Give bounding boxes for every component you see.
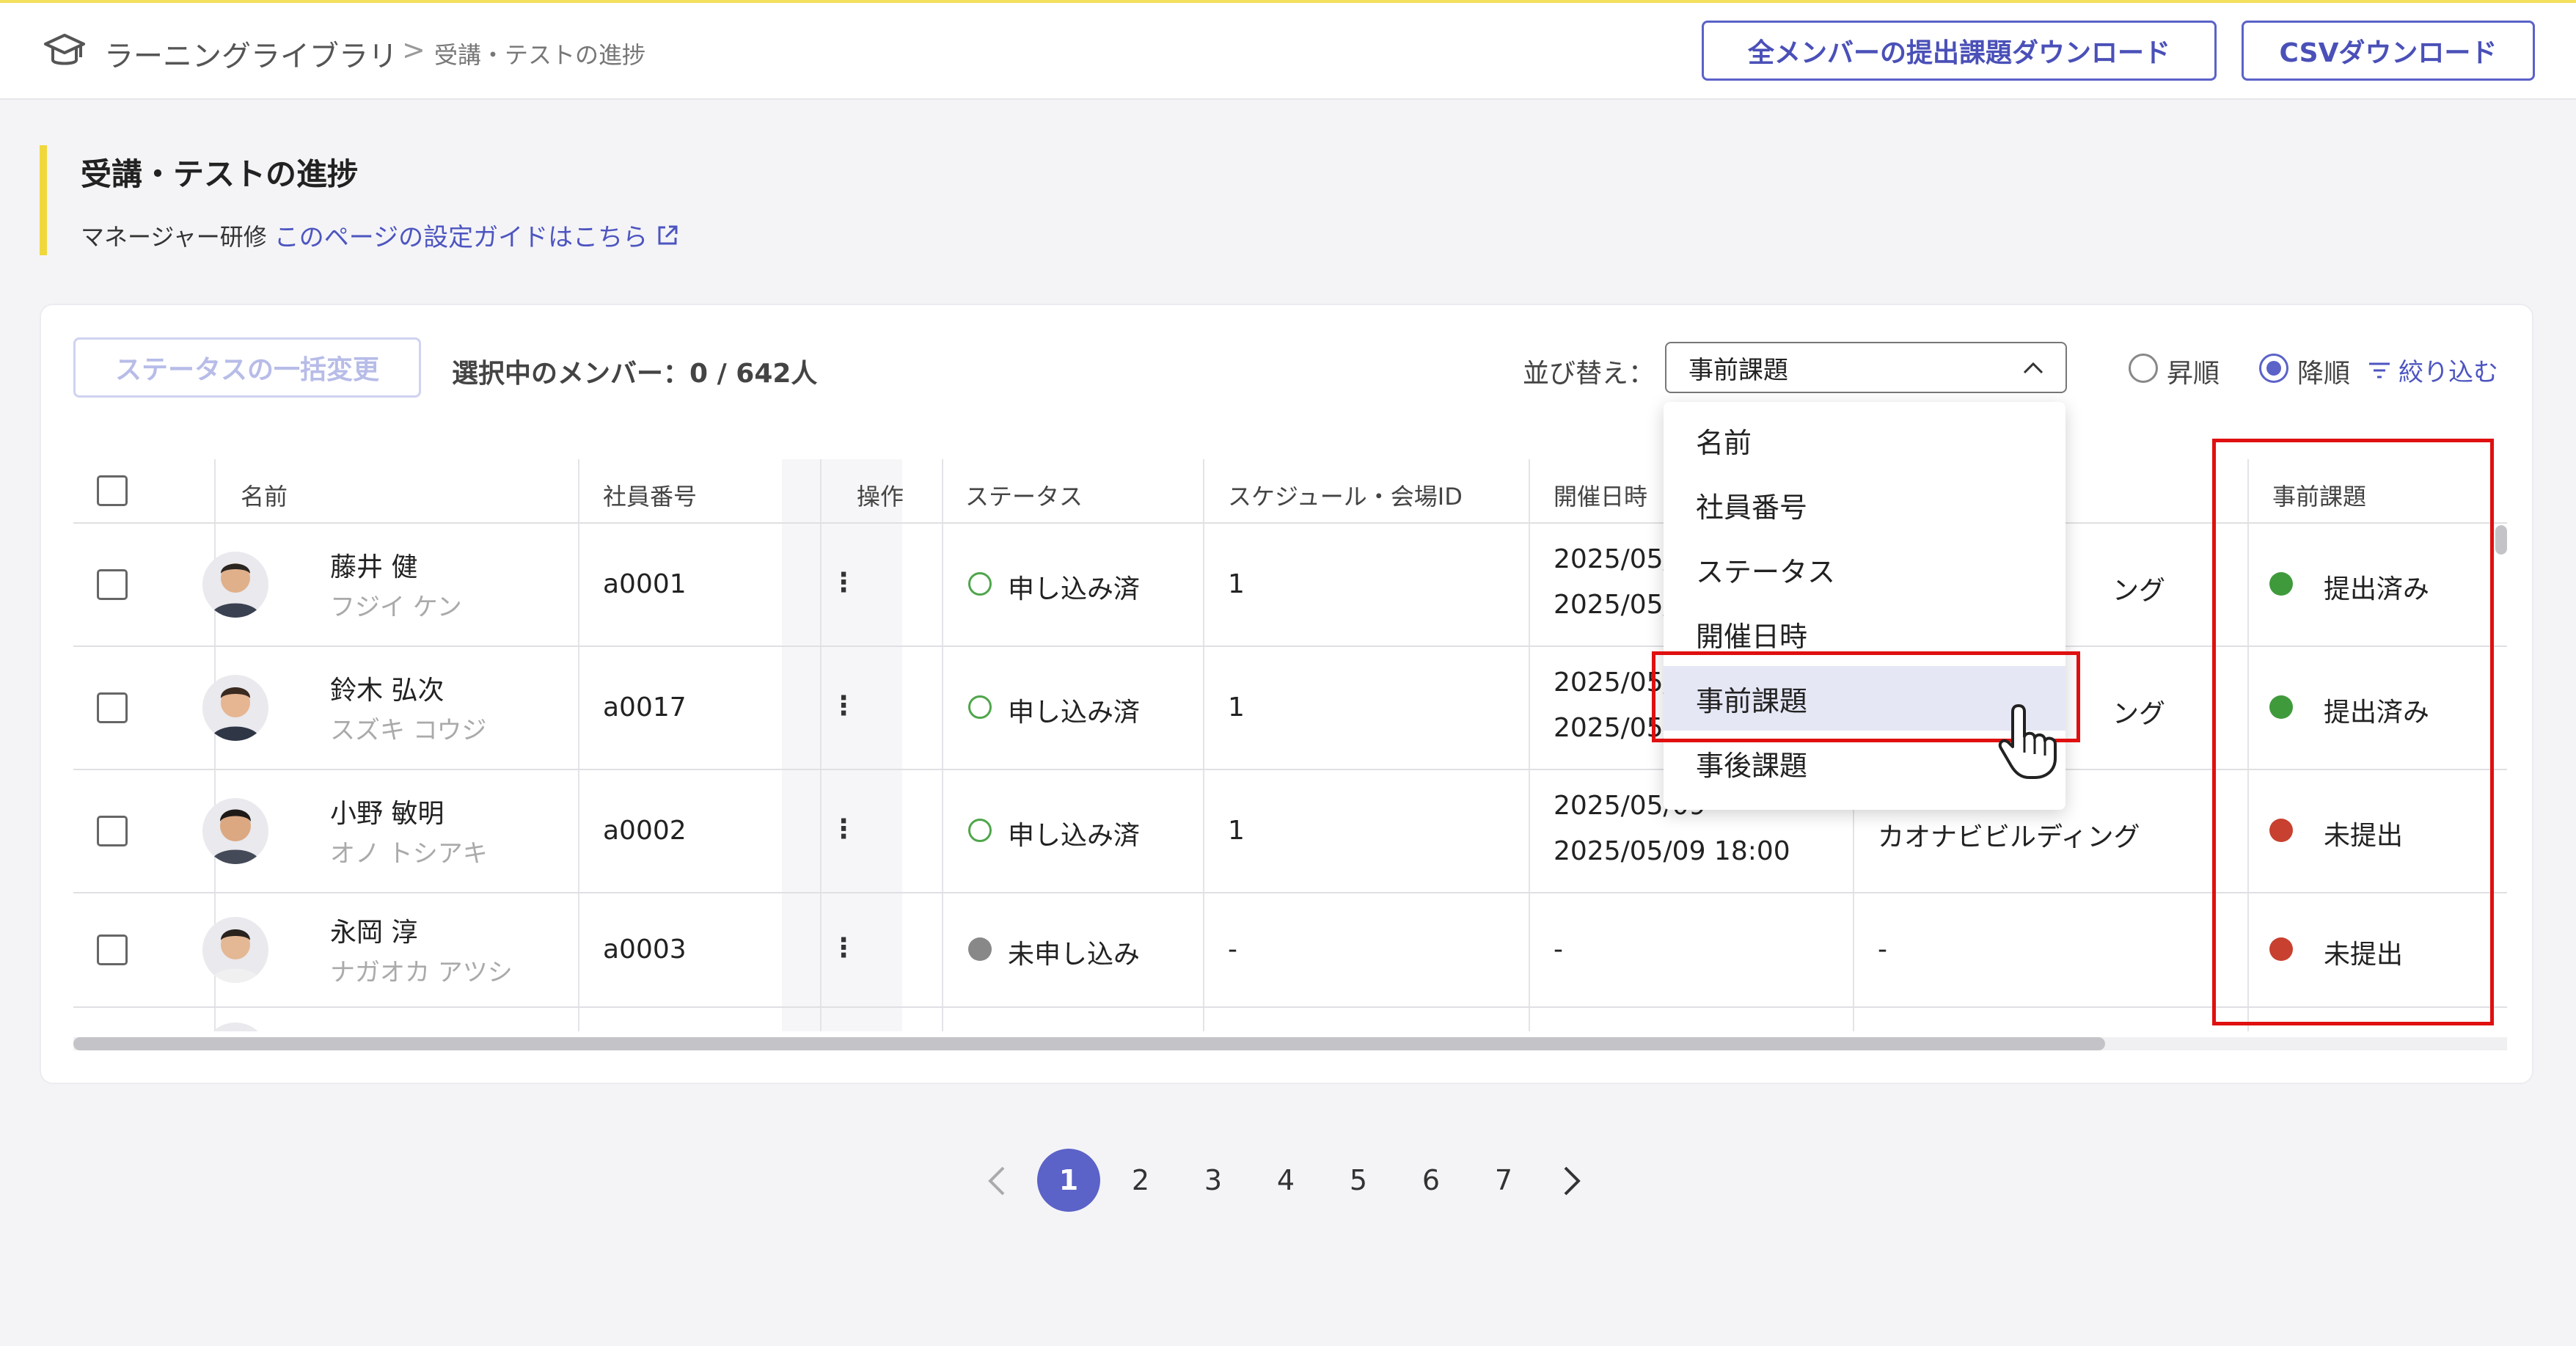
hand-cursor-icon (1998, 704, 2057, 779)
row-menu-button[interactable]: ⋮ (830, 933, 857, 963)
schedule-id: 1 (1228, 816, 1245, 846)
page-subtitle-row: マネージャー研修 このページの設定ガイドはこちら (81, 217, 680, 253)
table-row[interactable]: 小野 敏明 オノ トシアキ a0002 ⋮ 申し込み済 1 2025/05/09… (73, 770, 2507, 893)
page-6[interactable]: 6 (1399, 1149, 1463, 1212)
page-1[interactable]: 1 (1037, 1149, 1100, 1212)
sort-label: 並び替え： (1523, 359, 1655, 389)
chevron-right-icon[interactable] (1556, 1165, 1586, 1197)
horizontal-scrollbar-thumb[interactable] (73, 1037, 2105, 1050)
breadcrumb-root[interactable]: ラーニングライブラリ (104, 32, 398, 75)
column-header-schedule-venue-id[interactable]: スケジュール・会場ID (1228, 478, 1463, 512)
schedule-id: 1 (1228, 569, 1245, 599)
status-applied-icon (968, 695, 992, 719)
vertical-scrollbar-thumb[interactable] (2495, 525, 2507, 555)
sort-ascending-label[interactable]: 昇順 (2167, 352, 2220, 390)
table-header: 名前 社員番号 操作 ステータス スケジュール・会場ID 開催日時 事前課題 (73, 459, 2507, 524)
highlight-box-column (2212, 439, 2494, 1025)
row-checkbox[interactable] (97, 816, 128, 846)
member-avatar (202, 675, 268, 741)
member-kana: オノ トシアキ (330, 839, 488, 868)
status-not-applied-icon (968, 937, 992, 961)
table-row[interactable]: 永岡 淳 ナガオカ アツシ a0003 ⋮ 未申し込み - - - 未提出 (73, 893, 2507, 1008)
row-menu-button[interactable]: ⋮ (830, 568, 857, 598)
member-name: 小野 敏明 (330, 799, 444, 829)
sort-select-value: 事前課題 (1688, 355, 1788, 385)
select-all-checkbox[interactable] (97, 475, 128, 506)
sort-descending-label[interactable]: 降順 (2297, 352, 2350, 390)
venue: カオナビビルディング (1878, 822, 2140, 852)
status-text: 申し込み済 (1008, 821, 1141, 851)
sort-option-name[interactable]: 名前 (1664, 408, 2065, 472)
employee-id: a0002 (603, 816, 687, 846)
sort-ascending-radio[interactable] (2129, 354, 2158, 383)
member-kana: フジイ ケン (330, 593, 462, 622)
member-kana: ナガオカ アツシ (330, 958, 513, 987)
member-name: 鈴木 弘次 (330, 676, 444, 706)
venue: ング (2112, 699, 2166, 729)
schedule-id: 1 (1228, 692, 1245, 723)
sort-descending-radio[interactable] (2259, 354, 2288, 383)
filter-button[interactable]: 絞り込む (2366, 352, 2498, 388)
status-applied-icon (968, 819, 992, 842)
column-header-operations: 操作 (857, 483, 904, 511)
breadcrumb-separator: > (402, 34, 425, 66)
table-row[interactable]: 鈴木 弘次 スズキ コウジ a0017 ⋮ 申し込み済 1 2025/05/09… (73, 647, 2507, 770)
schedule-id: - (1228, 934, 1237, 965)
column-header-employee-id[interactable]: 社員番号 (603, 478, 697, 512)
course-name: マネージャー研修 (81, 222, 267, 251)
csv-download-button[interactable]: CSVダウンロード (2242, 21, 2535, 81)
progress-card: ステータスの一括変更 選択中のメンバー：0 / 642人 並び替え： 事前課題 … (40, 304, 2533, 1084)
employee-id: a0017 (603, 692, 687, 723)
page-2[interactable]: 2 (1109, 1149, 1172, 1212)
member-avatar (202, 798, 268, 864)
app-header: ラーニングライブラリ > 受講・テストの進捗 全メンバーの提出課題ダウンロード … (0, 3, 2576, 100)
row-checkbox[interactable] (97, 692, 128, 723)
status-text: 申し込み済 (1008, 574, 1141, 604)
settings-guide-link[interactable]: このページの設定ガイドはこちら (274, 217, 648, 253)
external-link-icon[interactable] (655, 223, 680, 248)
sort-select[interactable]: 事前課題 (1665, 342, 2067, 393)
bulk-status-change-button[interactable]: ステータスの一括変更 (73, 337, 421, 398)
page-7[interactable]: 7 (1472, 1149, 1535, 1212)
employee-id: a0001 (603, 569, 687, 599)
column-header-status[interactable]: ステータス (965, 478, 1083, 512)
member-name: 永岡 淳 (330, 918, 418, 948)
table-row[interactable]: 藤井 健 フジイ ケン a0001 ⋮ 申し込み済 1 2025/05/09 2… (73, 524, 2507, 647)
status-applied-icon (968, 572, 992, 596)
page-3[interactable]: 3 (1182, 1149, 1245, 1212)
sort-option-status[interactable]: ステータス (1664, 537, 2065, 601)
row-menu-button[interactable]: ⋮ (830, 814, 857, 844)
end-date: 2025/05/09 18:00 (1554, 836, 1790, 866)
venue: ング (2112, 576, 2166, 606)
member-avatar (202, 1023, 268, 1031)
breadcrumb-current: 受講・テストの進捗 (434, 41, 646, 69)
employee-id: a0003 (603, 934, 687, 965)
member-avatar (202, 552, 268, 618)
column-header-date-time[interactable]: 開催日時 (1554, 478, 1647, 512)
filter-label: 絞り込む (2398, 358, 2498, 387)
selected-member-count: 選択中のメンバー：0 / 642人 (452, 359, 818, 389)
member-table: 名前 社員番号 操作 ステータス スケジュール・会場ID 開催日時 事前課題 藤… (73, 459, 2507, 1031)
download-all-submissions-button[interactable]: 全メンバーの提出課題ダウンロード (1702, 21, 2217, 81)
start-date: - (1554, 934, 1563, 965)
row-menu-button[interactable]: ⋮ (830, 691, 857, 721)
member-kana: スズキ コウジ (330, 716, 487, 745)
status-text: 申し込み済 (1008, 698, 1141, 728)
chevron-up-icon (2023, 362, 2043, 374)
graduation-cap-icon (44, 34, 85, 65)
column-header-name[interactable]: 名前 (241, 478, 288, 512)
page-title: 受講・テストの進捗 (81, 156, 359, 192)
page-5[interactable]: 5 (1327, 1149, 1390, 1212)
row-checkbox[interactable] (97, 569, 128, 600)
chevron-left-icon[interactable] (983, 1165, 1012, 1197)
title-accent-bar (40, 145, 47, 255)
member-avatar (202, 917, 268, 983)
sort-option-employee-id[interactable]: 社員番号 (1664, 472, 2065, 537)
filter-icon (2369, 362, 2390, 378)
row-checkbox[interactable] (97, 934, 128, 965)
status-text: 未申し込み (1008, 940, 1141, 970)
venue: - (1878, 934, 1887, 965)
member-name: 藤井 健 (330, 552, 418, 582)
page-4[interactable]: 4 (1254, 1149, 1317, 1212)
